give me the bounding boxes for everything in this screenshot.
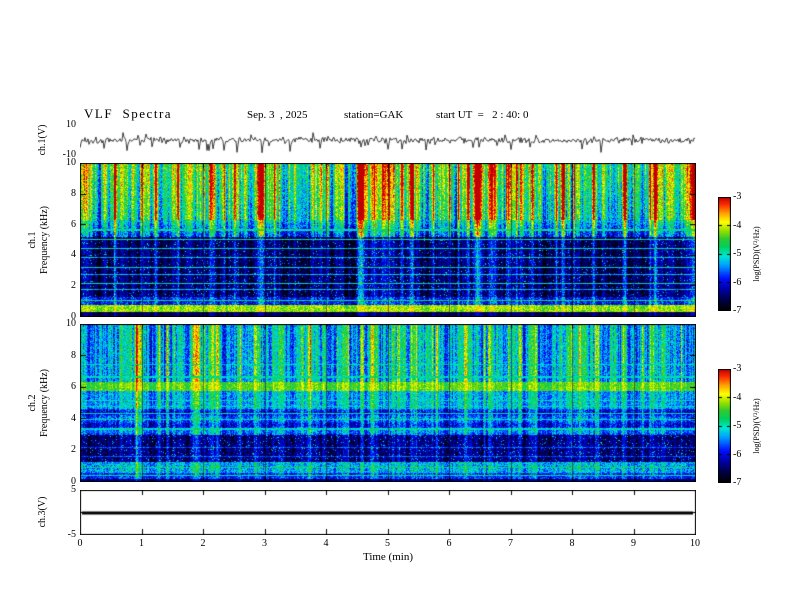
colorbar-ch2 [718,369,731,483]
ch2-spectrogram-ytick-label: 8 [71,349,76,361]
time-tick-label: 7 [508,538,513,549]
time-tick-label: 1 [139,538,144,549]
ch1-frequency-axis-label: ch.1 Frequency (kHz) [27,163,53,317]
ch3-waveform-plot [80,490,696,535]
colorbar-tick-label: -3 [733,191,742,202]
colorbar-tick-label: -7 [733,477,742,488]
time-tick-label: 8 [569,538,575,549]
colorbar-tick-label: -4 [733,391,742,403]
ch3-volt-ytick-label: 5 [71,484,76,495]
ch2-spectrogram-ytick-label: 2 [71,444,76,456]
colorbar-ch1 [718,197,731,311]
ch2-spectrogram-ytick-label: 4 [71,412,76,424]
time-tick-label: 6 [446,538,452,549]
ch2-frequency-axis-label: ch.2 Frequency (kHz) [27,324,53,482]
time-tick-label: 2 [200,538,206,549]
ch1-spectrogram-ytick-label: 4 [71,249,76,261]
colorbar-tick-label: -5 [733,420,742,431]
plot-title: VLF Spectra [84,106,173,121]
ch1-spectrogram-ytick-label: 2 [71,280,76,292]
ch2-spectrogram-ytick-label: 6 [71,381,76,393]
time-tick-label: 5 [385,538,390,549]
start-ut-label: start UT = 2 : 40: 0 [436,109,529,121]
colorbar-tick-label: -6 [733,276,742,288]
plot-date: Sep. 3 , 2025 [247,109,308,121]
ch1-spectrogram [80,163,696,317]
axis-label-line: Frequency (kHz) [39,368,50,438]
time-tick-label: 4 [323,538,329,549]
ch2-spectrogram-ytick-label: 10 [66,318,76,329]
axis-label-line: ch.1 [27,231,38,249]
ch2-spectrogram [80,324,696,482]
time-tick-label: 9 [631,538,636,549]
ch1-spectrogram-ytick-label: 8 [71,187,76,199]
colorbar-tick-label: -3 [733,363,742,374]
time-tick-label: 10 [690,538,700,549]
colorbar-tick-label: -4 [733,219,742,231]
axis-label-line: ch.2 [27,394,38,412]
colorbar-tick-label: -6 [733,448,742,460]
ch1-waveform-plot [80,125,696,155]
time-tick-label: 0 [77,538,83,549]
ch1-volt-ytick-label: 10 [66,119,76,130]
ch1-spectrogram-ytick-label: 6 [71,218,76,230]
time-axis-label: Time (min) [362,551,413,563]
vlf-spectra-plot: VLF Spectra Sep. 3 , 2025 station=GAK st… [0,0,792,612]
colorbar-tick-label: -5 [733,248,742,259]
axis-label-line: Frequency (kHz) [39,205,50,275]
station-label: station=GAK [344,109,404,121]
colorbar-tick-label: -7 [733,305,742,316]
time-tick-label: 3 [262,538,267,549]
ch1-spectrogram-ytick-label: 10 [66,157,76,168]
